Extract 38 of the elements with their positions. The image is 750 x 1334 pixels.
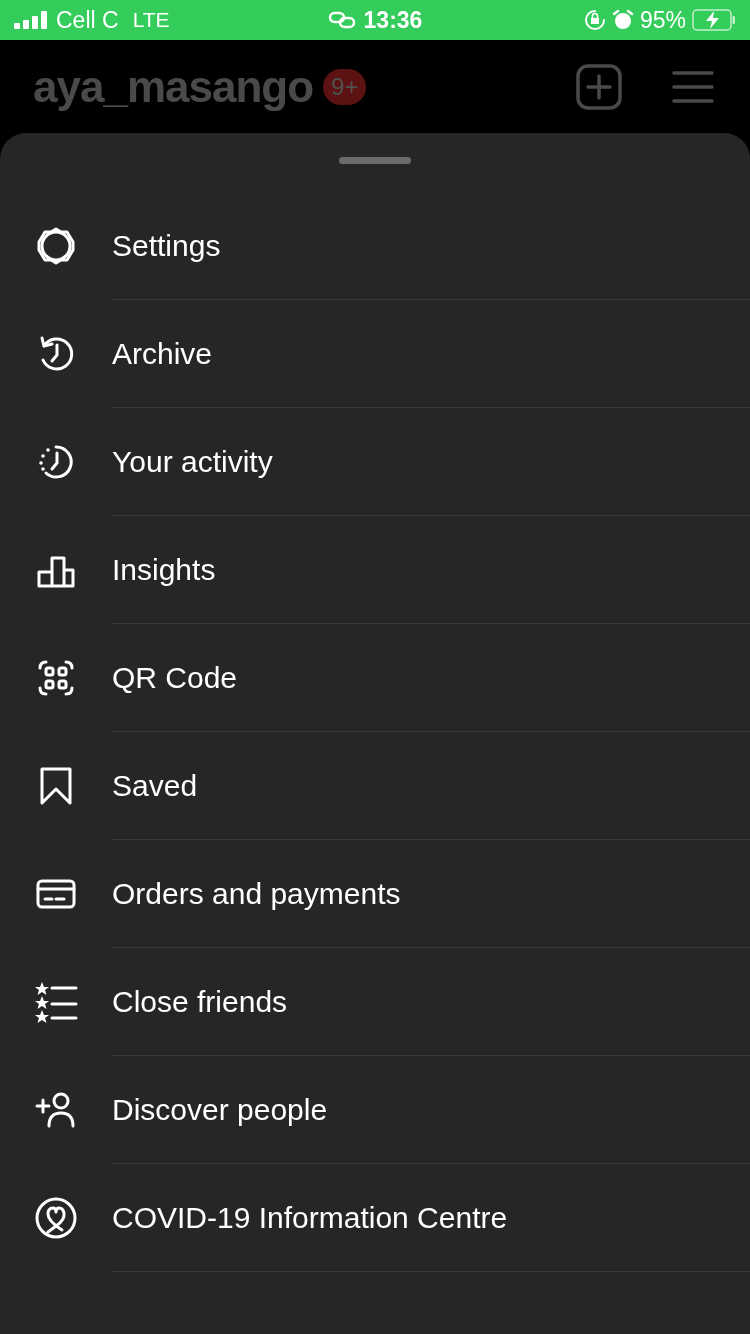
alarm-icon (611, 9, 634, 31)
menu-item-label: Insights (112, 552, 216, 588)
heart-circle-icon (34, 1196, 78, 1240)
menu-item-label: Archive (112, 336, 213, 372)
menu-item[interactable]: QR Code (0, 624, 750, 732)
menu-item[interactable]: Close friends (0, 948, 750, 1056)
add-square-icon (576, 63, 622, 110)
menu-item-label: Close friends (112, 984, 288, 1020)
username: aya_masango (33, 60, 314, 113)
new-post-button[interactable] (576, 63, 622, 110)
time: 13:36 (363, 5, 423, 35)
menu-item[interactable]: Orders and payments (0, 840, 750, 948)
menu-item-label: Your activity (112, 444, 273, 480)
menu-item[interactable]: Archive (0, 300, 750, 408)
signal-icon (14, 11, 48, 29)
menu-item-label: COVID-19 Information Centre (112, 1200, 508, 1236)
menu-item[interactable]: Discover people (0, 1056, 750, 1164)
menu-item[interactable]: COVID-19 Information Centre (0, 1164, 750, 1272)
battery-percent: 95% (639, 5, 686, 35)
notification-badge: 9+ (323, 68, 367, 105)
menu-item[interactable]: Settings (0, 192, 750, 300)
rotation-lock-icon (583, 9, 606, 31)
network-type: LTE (132, 7, 170, 34)
carrier-name: Cell C (56, 5, 119, 35)
menu-item[interactable]: Saved (0, 732, 750, 840)
menu-item-label: Settings (112, 228, 221, 264)
menu-icon (672, 69, 714, 104)
link-icon (327, 11, 356, 29)
menu-item-label: Orders and payments (112, 876, 401, 912)
menu-item[interactable]: Insights (0, 516, 750, 624)
menu-button[interactable] (672, 69, 714, 104)
menu-item-label: QR Code (112, 660, 238, 696)
drag-handle[interactable] (339, 157, 411, 164)
star-list-icon (34, 980, 78, 1024)
battery-charging-icon (692, 9, 736, 31)
menu-item-label: Saved (112, 768, 198, 804)
menu-item[interactable]: Your activity (0, 408, 750, 516)
menu-item-label: Discover people (112, 1092, 328, 1128)
